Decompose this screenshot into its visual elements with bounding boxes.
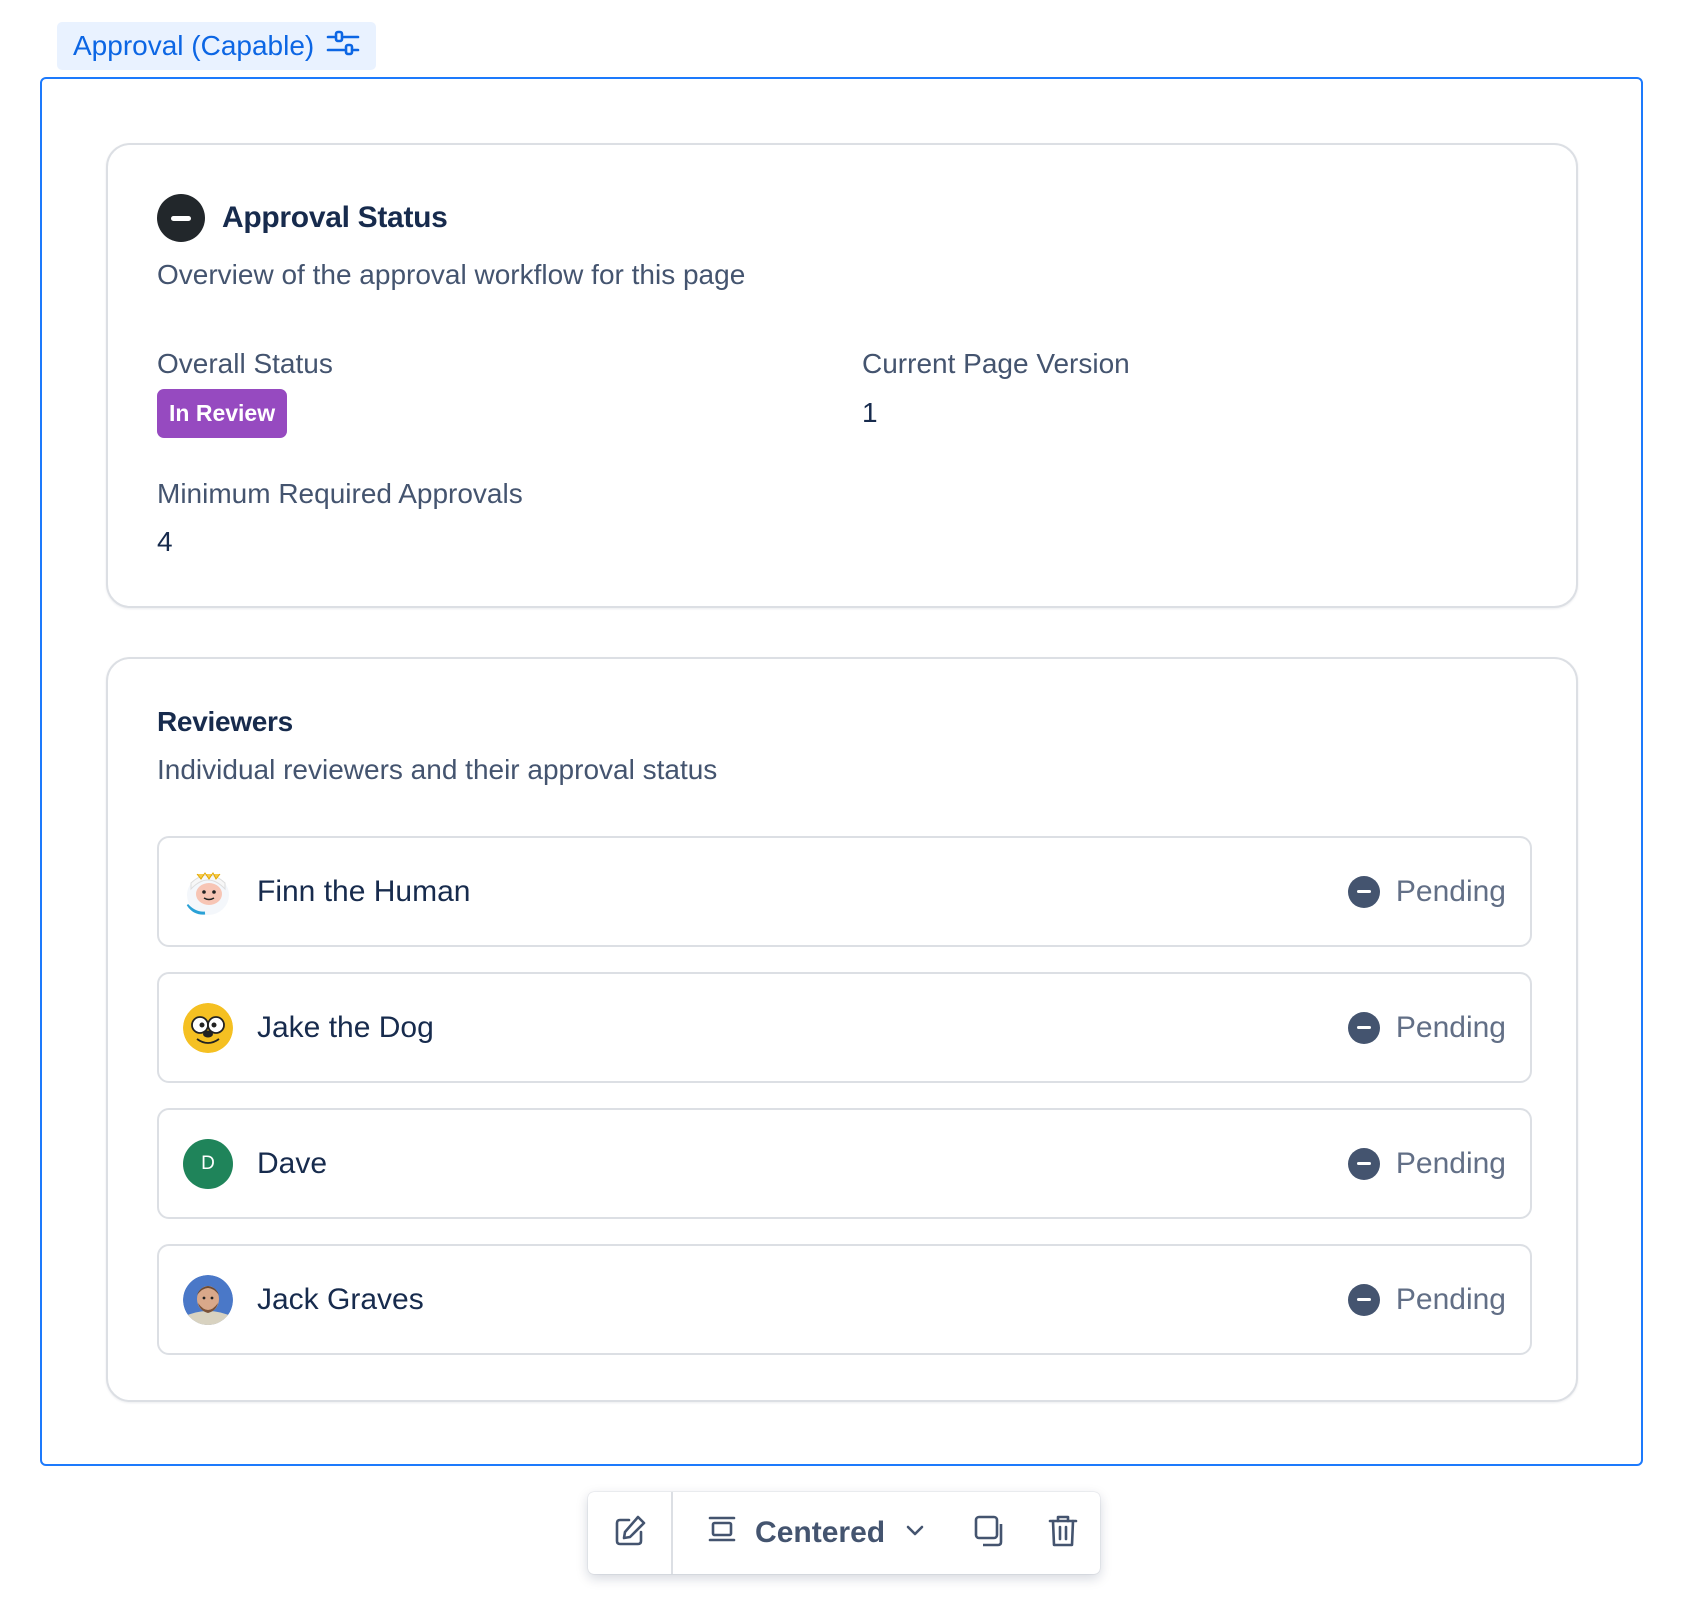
edit-icon <box>613 1514 647 1553</box>
reviewers-description: Individual reviewers and their approval … <box>157 754 718 785</box>
reviewer-row: D Dave Pending <box>157 1108 1532 1219</box>
pending-icon <box>1347 875 1380 908</box>
page-version-value: 1 <box>862 397 878 428</box>
photo-avatar <box>183 1274 233 1325</box>
jake-avatar <box>183 1002 233 1053</box>
pending-icon <box>1347 1011 1380 1044</box>
reviewer-row: Finn the Human Pending <box>157 836 1532 947</box>
layout-label: Centered <box>755 1516 886 1549</box>
pending-icon <box>1347 1147 1380 1180</box>
delete-button[interactable] <box>1027 1492 1100 1574</box>
reviewer-name: Jake the Dog <box>257 1010 434 1044</box>
edit-button[interactable] <box>588 1492 671 1574</box>
reviewer-status-label: Pending <box>1395 874 1506 908</box>
reviewer-name: Jack Graves <box>257 1282 424 1316</box>
reviewer-status-label: Pending <box>1395 1146 1506 1180</box>
reviewer-name: Finn the Human <box>257 874 471 908</box>
approval-status-title: Approval Status <box>222 201 448 234</box>
reviewer-name: Dave <box>257 1146 328 1180</box>
min-approvals-value: 4 <box>157 526 173 557</box>
copy-icon <box>973 1514 1007 1553</box>
overall-status-label: Overall Status <box>157 348 333 379</box>
initial-avatar: D <box>183 1138 233 1189</box>
reviewer-status: Pending <box>1347 1146 1506 1181</box>
copy-button[interactable] <box>953 1492 1026 1574</box>
trash-icon <box>1047 1514 1079 1553</box>
layout-center-icon <box>707 1514 737 1552</box>
approval-status-card: Approval Status Overview of the approval… <box>106 143 1578 608</box>
macro-frame[interactable]: Approval Status Overview of the approval… <box>40 77 1643 1466</box>
reviewer-row: Jake the Dog Pending <box>157 972 1532 1083</box>
reviewers-card: Reviewers Individual reviewers and their… <box>106 657 1578 1402</box>
minus-circle-icon <box>157 194 205 242</box>
finn-avatar <box>183 866 233 917</box>
layout-dropdown[interactable]: Centered <box>673 1492 927 1574</box>
reviewers-title: Reviewers <box>157 706 293 737</box>
reviewer-status-label: Pending <box>1395 1282 1506 1316</box>
approval-status-description: Overview of the approval workflow for th… <box>157 259 746 290</box>
reviewer-status: Pending <box>1347 1010 1506 1045</box>
reviewer-status: Pending <box>1347 874 1506 909</box>
min-approvals-label: Minimum Required Approvals <box>157 478 523 509</box>
reviewer-row: Jack Graves Pending <box>157 1244 1532 1355</box>
macro-toolbar: Centered <box>588 1492 1100 1574</box>
pending-icon <box>1347 1283 1380 1316</box>
status-badge: In Review <box>157 389 288 438</box>
page-version-label: Current Page Version <box>862 348 1130 379</box>
reviewer-status: Pending <box>1347 1282 1506 1317</box>
approval-status-header: Approval Status <box>157 194 448 242</box>
settings-sliders-icon <box>326 29 360 64</box>
chevron-down-icon <box>903 1516 927 1550</box>
macro-tag[interactable]: Approval (Capable) <box>57 22 377 70</box>
macro-tag-label: Approval (Capable) <box>73 30 315 61</box>
reviewer-status-label: Pending <box>1395 1010 1506 1044</box>
